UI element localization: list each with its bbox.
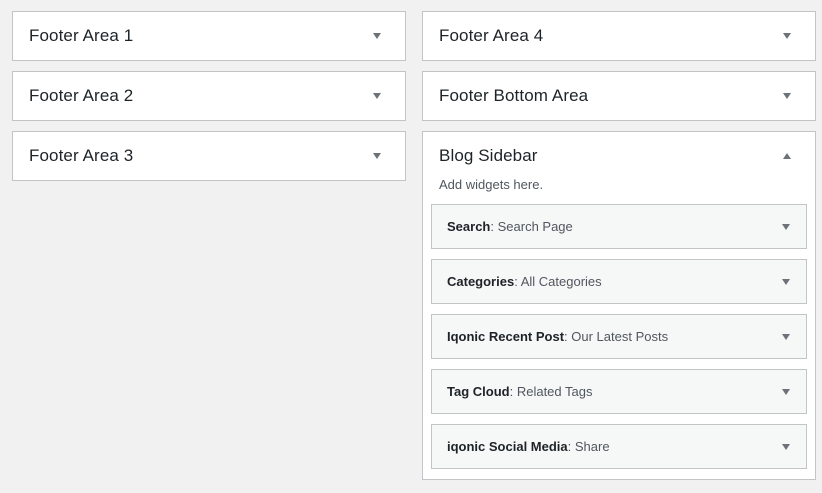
widget-area-footer-bottom: Footer Bottom Area — [422, 71, 816, 121]
widget-separator: : — [567, 439, 575, 454]
widget-area-footer-3: Footer Area 3 — [12, 131, 406, 181]
widget-social-media[interactable]: iqonic Social Media: Share — [431, 424, 807, 469]
chevron-down-icon[interactable] — [782, 278, 790, 285]
widget-title: iqonic Social Media: Share — [447, 439, 610, 454]
area-title: Footer Area 3 — [29, 146, 134, 165]
chevron-down-icon[interactable] — [782, 388, 790, 395]
widget-name: Categories — [447, 274, 515, 289]
widget-separator: : — [509, 384, 517, 399]
widget-name: Search — [447, 219, 491, 234]
chevron-down-icon[interactable] — [782, 223, 790, 230]
left-column: Footer Area 1 Footer Area 2 Footer Area … — [12, 11, 406, 181]
footer-area-1-toggle[interactable]: Footer Area 1 — [13, 12, 405, 60]
widget-name: Iqonic Recent Post — [447, 329, 565, 344]
widget-name: iqonic Social Media — [447, 439, 568, 454]
area-title: Footer Area 1 — [29, 26, 134, 45]
widget-area-blog-sidebar: Blog Sidebar Add widgets here. Search: S… — [422, 131, 816, 480]
area-title: Footer Area 4 — [439, 26, 544, 45]
widget-area-footer-4: Footer Area 4 — [422, 11, 816, 61]
chevron-up-icon — [783, 153, 791, 159]
widget-title: Categories: All Categories — [447, 274, 602, 289]
blog-sidebar-toggle[interactable]: Blog Sidebar — [423, 132, 815, 180]
chevron-down-icon — [783, 33, 791, 39]
widget-subtitle: Our Latest Posts — [571, 329, 669, 344]
footer-area-3-toggle[interactable]: Footer Area 3 — [13, 132, 405, 180]
widget-tag-cloud[interactable]: Tag Cloud: Related Tags — [431, 369, 807, 414]
footer-area-2-toggle[interactable]: Footer Area 2 — [13, 72, 405, 120]
chevron-down-icon — [373, 93, 381, 99]
chevron-down-icon — [373, 153, 381, 159]
widget-recent-post[interactable]: Iqonic Recent Post: Our Latest Posts — [431, 314, 807, 359]
widget-subtitle: Share — [574, 439, 610, 454]
right-column: Footer Area 4 Footer Bottom Area Blog Si… — [422, 11, 816, 480]
area-title: Blog Sidebar — [439, 146, 538, 165]
area-description: Add widgets here. — [439, 177, 544, 192]
widget-list: Search: Search Page Categories: All Cate… — [423, 204, 815, 479]
widget-area-footer-1: Footer Area 1 — [12, 11, 406, 61]
area-title: Footer Area 2 — [29, 86, 134, 105]
chevron-down-icon — [783, 93, 791, 99]
widget-separator: : — [490, 219, 498, 234]
widget-area-footer-2: Footer Area 2 — [12, 71, 406, 121]
footer-area-4-toggle[interactable]: Footer Area 4 — [423, 12, 815, 60]
widget-subtitle: Related Tags — [516, 384, 593, 399]
widget-name: Tag Cloud — [447, 384, 510, 399]
footer-bottom-area-toggle[interactable]: Footer Bottom Area — [423, 72, 815, 120]
widget-search[interactable]: Search: Search Page — [431, 204, 807, 249]
widget-categories[interactable]: Categories: All Categories — [431, 259, 807, 304]
chevron-down-icon — [373, 33, 381, 39]
widget-title: Tag Cloud: Related Tags — [447, 384, 592, 399]
chevron-down-icon[interactable] — [782, 333, 790, 340]
area-title: Footer Bottom Area — [439, 86, 589, 105]
widget-title: Iqonic Recent Post: Our Latest Posts — [447, 329, 668, 344]
chevron-down-icon[interactable] — [782, 443, 790, 450]
widget-subtitle: Search Page — [497, 219, 573, 234]
widget-title: Search: Search Page — [447, 219, 573, 234]
widget-subtitle: All Categories — [520, 274, 602, 289]
